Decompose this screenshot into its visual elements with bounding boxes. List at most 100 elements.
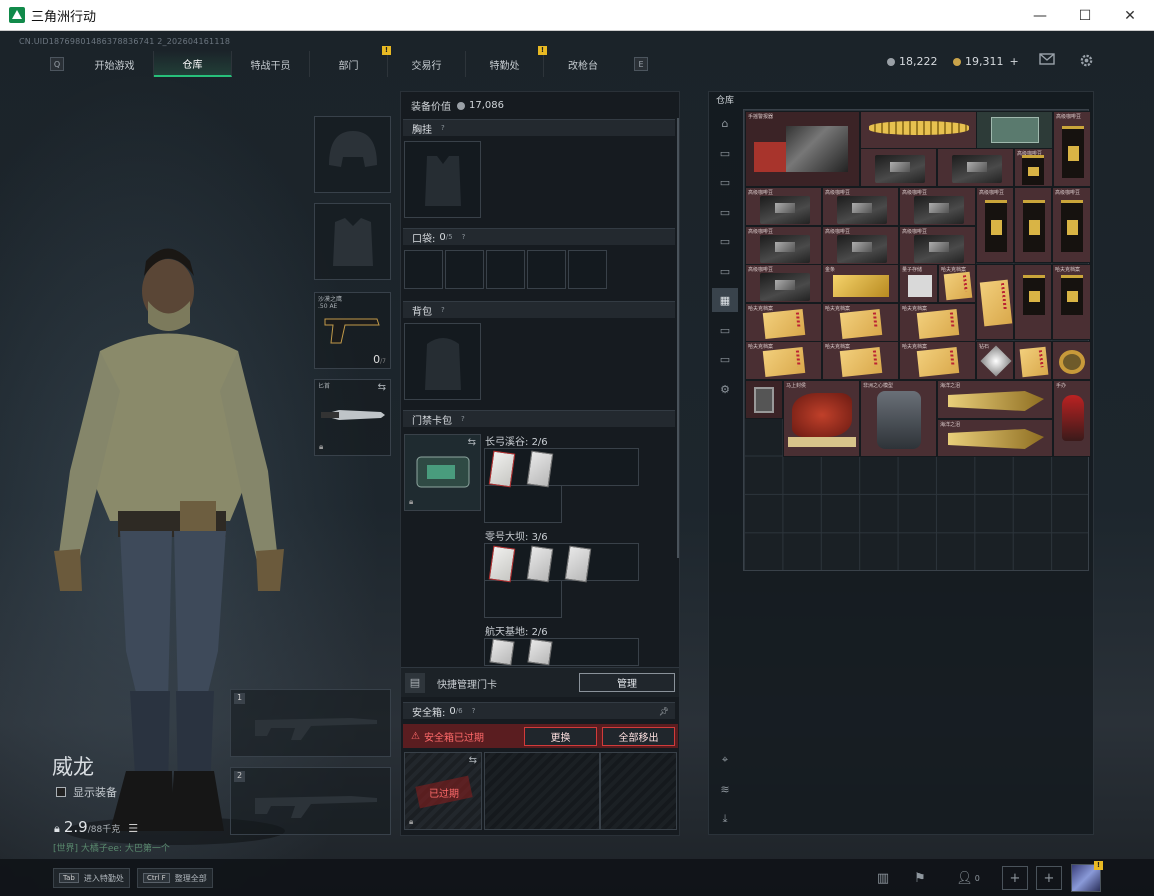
tab-gunsmith[interactable]: 改枪台 [544, 51, 622, 77]
player-avatar[interactable]: ! [1071, 861, 1103, 892]
help-icon[interactable]: ? [461, 415, 465, 423]
armor-slot[interactable] [314, 203, 391, 280]
stash-item[interactable]: 高级咖啡豆 [745, 187, 822, 226]
swap-icon[interactable]: ⇆ [468, 437, 476, 448]
safebox-grid[interactable] [484, 752, 600, 830]
stash-item[interactable]: 海洋之泪 [937, 380, 1053, 419]
stash-item[interactable] [860, 111, 977, 149]
keycard-item[interactable] [526, 450, 554, 488]
stash-item[interactable] [1052, 341, 1091, 380]
help-icon[interactable]: ? [441, 124, 445, 132]
pocket-cell[interactable] [404, 250, 443, 289]
pocket-cell[interactable] [568, 250, 607, 289]
pocket-cell[interactable] [527, 250, 566, 289]
stash-tab-7[interactable]: ▦ [712, 288, 738, 312]
stash-tab-9[interactable]: ▭ [712, 347, 738, 371]
pocket-cell[interactable] [445, 250, 484, 289]
keycard-item[interactable] [527, 638, 553, 666]
keycard-case-slot[interactable]: ⇆ 🔒︎ [404, 434, 481, 511]
pistol-slot[interactable]: 沙漠之鹰 .50 AE 0/7 [314, 292, 391, 369]
helmet-slot[interactable] [314, 116, 391, 193]
stash-item[interactable]: 量子存储 [899, 264, 938, 303]
stash-item[interactable] [937, 148, 1014, 187]
list-icon[interactable]: ☰ [128, 822, 138, 835]
stash-tab-settings[interactable]: ⚙ [712, 377, 738, 401]
stash-item[interactable]: 金条 [822, 264, 899, 303]
world-chat-line[interactable]: [世界] 大橘子ee: 大巴第一个 [53, 841, 170, 854]
keycard-item[interactable] [488, 545, 516, 583]
keycard-item[interactable] [489, 638, 515, 666]
stash-item[interactable]: 高级咖啡豆 [822, 226, 899, 265]
stash-grid[interactable]: 手摇警报器 高级咖啡豆 高级咖啡豆 高级咖啡豆 高级咖啡豆 高级咖啡豆 高级咖啡… [743, 109, 1091, 571]
stash-tab-4[interactable]: ▭ [712, 200, 738, 224]
help-icon[interactable]: ? [472, 707, 476, 715]
stash-item[interactable]: 手摇警报器 [745, 111, 860, 187]
stash-item[interactable]: 高级咖啡豆 [899, 187, 976, 226]
mail-icon[interactable] [1038, 53, 1056, 67]
stash-tool-sort[interactable]: ⌖ [712, 748, 738, 772]
stash-item[interactable] [1014, 264, 1052, 340]
stash-item[interactable] [976, 111, 1053, 149]
stash-tab-5[interactable]: ▭ [712, 229, 738, 253]
stash-item[interactable]: 哈夫克档案 [745, 303, 822, 342]
add-party-slot-button[interactable]: + [1036, 866, 1062, 890]
stash-tab-8[interactable]: ▭ [712, 318, 738, 342]
stash-item[interactable]: 哈夫克档案 [822, 303, 899, 342]
stash-item[interactable]: 高级咖啡豆 [899, 226, 976, 265]
keycard-row[interactable] [484, 485, 562, 523]
pin-icon[interactable]: 📌︎ [659, 707, 669, 716]
tab-special-ops[interactable]: 特勤处! [466, 46, 547, 77]
primary-weapon-slot[interactable]: 1 [230, 689, 391, 757]
stash-item[interactable]: 海洋之泪 [937, 419, 1053, 457]
swap-icon[interactable]: ⇆ [378, 382, 386, 393]
currency-bound[interactable]: 19,311 + [953, 55, 1019, 68]
maximize-button[interactable]: ☐ [1062, 0, 1108, 31]
stash-item[interactable]: 马上封侯 [783, 380, 860, 457]
show-equipment-toggle[interactable]: 显示装备 [56, 784, 117, 800]
keycard-item[interactable] [488, 450, 516, 488]
replace-safebox-button[interactable]: 更换 [524, 727, 597, 746]
nav-next-key[interactable]: E [634, 57, 648, 71]
help-icon[interactable]: ? [462, 233, 466, 241]
stash-tool-expand[interactable]: ⤓ [712, 807, 738, 831]
stash-item[interactable]: 哈夫克档案 [938, 264, 976, 303]
tab-operators[interactable]: 特战干员 [232, 51, 310, 77]
stash-item[interactable]: 哈夫克档案 [899, 341, 976, 380]
tab-start-game[interactable]: 开始游戏 [76, 51, 154, 77]
stash-tab-2[interactable]: ▭ [712, 141, 738, 165]
stash-tab-3[interactable]: ▭ [712, 170, 738, 194]
chest-rig-slot[interactable] [404, 141, 481, 218]
tab-market[interactable]: 交易行 [388, 51, 466, 77]
move-all-out-button[interactable]: 全部移出 [602, 727, 675, 746]
keycard-item[interactable] [564, 545, 592, 583]
stash-item[interactable]: 高级咖啡豆 [976, 187, 1014, 263]
keycard-item[interactable] [526, 545, 554, 583]
stash-item[interactable] [745, 380, 783, 419]
stash-item[interactable]: 高级咖啡豆 [1052, 187, 1091, 263]
stash-item[interactable]: 高级咖啡豆 [745, 226, 822, 265]
stash-item[interactable] [1014, 187, 1052, 263]
stash-item[interactable]: 高级咖啡豆 [1053, 111, 1091, 187]
stash-item[interactable]: 非洲之心模型 [860, 380, 937, 457]
stash-item[interactable] [976, 264, 1014, 340]
stash-item[interactable]: 哈夫克档案 [745, 341, 822, 380]
tab-warehouse[interactable]: 仓库 [154, 51, 232, 77]
stash-tool-layers[interactable]: ≋ [712, 777, 738, 801]
nav-prev-key[interactable]: Q [50, 57, 64, 71]
secondary-weapon-slot[interactable]: 2 [230, 767, 391, 835]
stash-item[interactable]: 哈夫克档案 [822, 341, 899, 380]
safebox-grid[interactable] [600, 752, 677, 830]
swap-icon[interactable]: ⇆ [469, 755, 477, 766]
tab-department[interactable]: 部门! [310, 46, 391, 77]
add-currency-button[interactable]: + [1010, 55, 1019, 68]
settings-gear-icon[interactable] [1077, 53, 1095, 67]
stash-item[interactable] [1014, 341, 1052, 380]
stash-tab-6[interactable]: ▭ [712, 259, 738, 283]
flag-icon[interactable]: ⚑ [907, 866, 933, 890]
stash-tab-all[interactable]: ⌂ [712, 111, 738, 135]
enter-special-ops-hint[interactable]: Tab 进入特勤处 [53, 868, 130, 888]
checkbox[interactable] [56, 787, 66, 797]
close-button[interactable]: ✕ [1107, 0, 1153, 31]
friends-icon[interactable]: 👤︎ 0 [953, 866, 983, 890]
scrollbar[interactable] [677, 118, 679, 558]
